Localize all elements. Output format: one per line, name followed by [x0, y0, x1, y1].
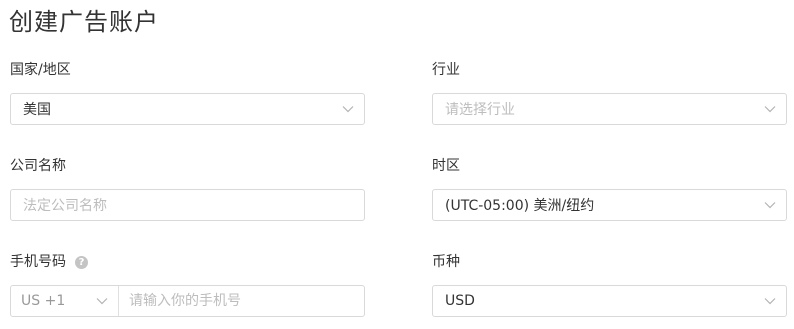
currency-label: 币种 [432, 254, 460, 270]
timezone-label: 时区 [432, 158, 460, 174]
timezone-value: (UTC-05:00) 美洲/纽约 [445, 198, 595, 214]
timezone-select[interactable]: (UTC-05:00) 美洲/纽约 [432, 189, 787, 221]
question-circle-icon[interactable]: ? [75, 255, 88, 269]
currency-value: USD [445, 293, 475, 309]
country-value: 美国 [23, 102, 51, 118]
chevron-down-icon [342, 103, 354, 115]
chevron-down-icon [764, 295, 776, 307]
industry-placeholder: 请选择行业 [445, 102, 515, 118]
phone-label-row: 手机号码 ? [10, 253, 88, 271]
country-code-select[interactable]: US +1 [11, 286, 119, 316]
chevron-down-icon [96, 295, 108, 307]
phone-label: 手机号码 [10, 254, 66, 270]
company-name-input[interactable]: 法定公司名称 [10, 189, 365, 221]
currency-select[interactable]: USD [432, 285, 787, 317]
chevron-down-icon [764, 199, 776, 211]
phone-field: US +1 [10, 285, 365, 317]
company-placeholder: 法定公司名称 [23, 198, 107, 214]
country-select[interactable]: 美国 [10, 93, 365, 125]
industry-label: 行业 [432, 62, 460, 78]
chevron-down-icon [764, 103, 776, 115]
country-code-value: US +1 [21, 293, 66, 309]
industry-select[interactable]: 请选择行业 [432, 93, 787, 125]
phone-number-input[interactable] [119, 285, 364, 317]
country-label: 国家/地区 [10, 62, 71, 78]
page-title: 创建广告账户 [9, 8, 159, 36]
company-label: 公司名称 [10, 158, 66, 174]
